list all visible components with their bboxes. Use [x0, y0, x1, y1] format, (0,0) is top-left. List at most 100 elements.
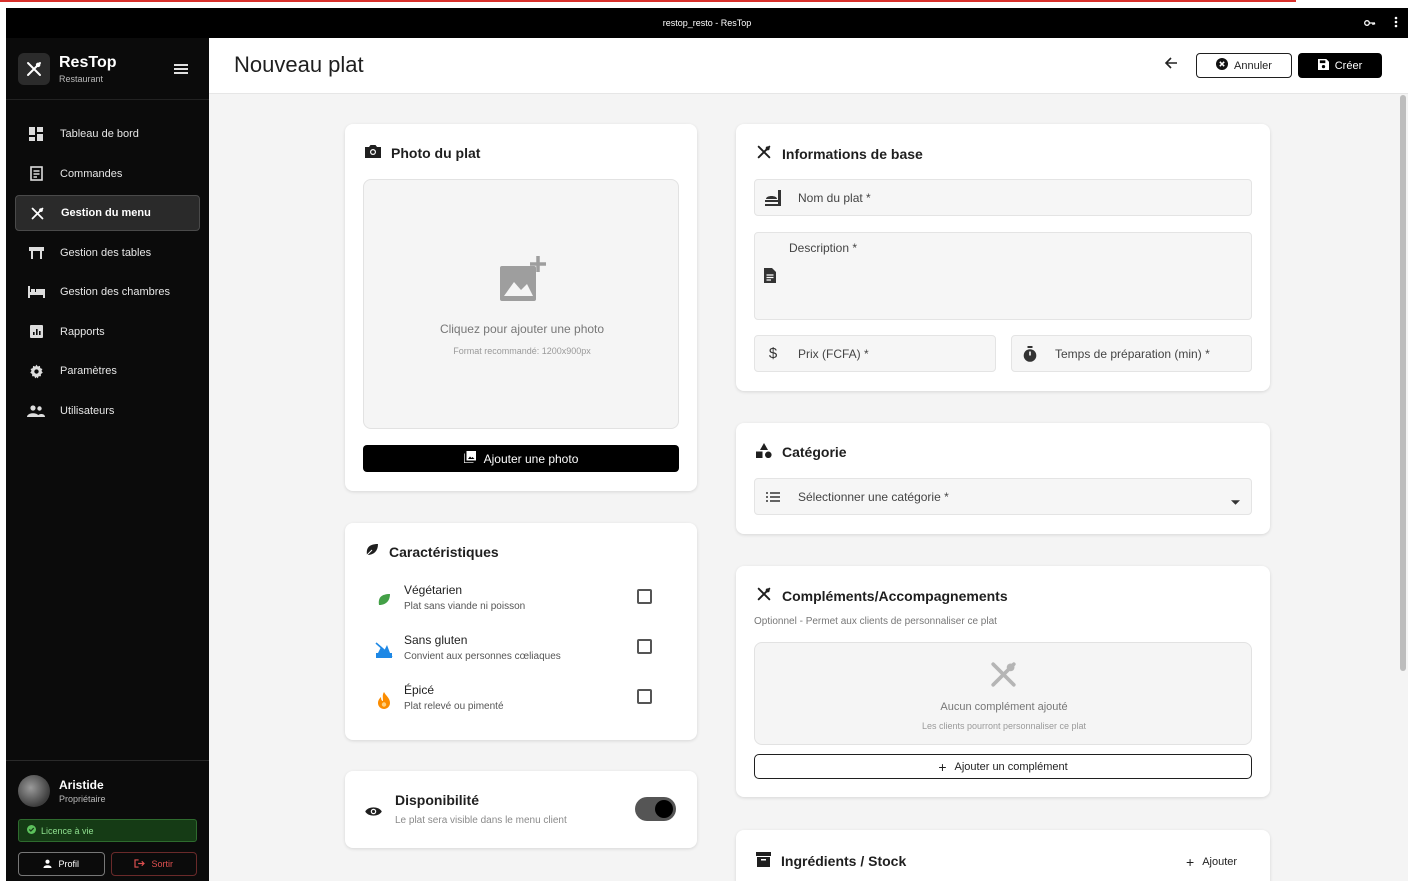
price-placeholder: Prix (FCFA) * [798, 346, 869, 361]
main-content: Photo du plat Cliquez pour ajouter une p… [209, 94, 1399, 881]
plus-icon: + [938, 758, 947, 775]
brand-subtitle: Restaurant [59, 73, 104, 84]
dish-icon [764, 189, 782, 207]
menu-icon[interactable] [174, 62, 188, 80]
camera-icon [365, 144, 381, 161]
category-select[interactable]: Sélectionner une catégorie * [754, 478, 1252, 515]
user-name: Aristide [59, 778, 104, 792]
availability-toggle[interactable] [635, 797, 676, 821]
dish-name-input[interactable]: Nom du plat * [754, 179, 1252, 216]
add-photo-label: Ajouter une photo [483, 451, 579, 466]
sans-gluten-checkbox[interactable] [637, 639, 652, 654]
prep-time-input[interactable]: Temps de préparation (min) * [1011, 335, 1252, 372]
category-card: Catégorie Sélectionner une catégorie * [736, 423, 1270, 534]
sidebar-item-rapports[interactable]: Rapports [15, 314, 200, 350]
basic-info-card: Informations de base Nom du plat * Descr… [736, 124, 1270, 391]
top-accent-line [0, 0, 1296, 2]
person-icon [43, 859, 53, 870]
complements-title: Compléments/Accompagnements [782, 587, 1008, 604]
basic-info-title: Informations de base [782, 145, 923, 162]
vegetarien-checkbox[interactable] [637, 589, 652, 604]
dish-name-placeholder: Nom du plat * [798, 190, 871, 205]
category-icon [756, 443, 772, 461]
add-complement-label: Ajouter un complément [954, 760, 1068, 773]
logout-icon [134, 858, 146, 870]
save-icon [1317, 58, 1329, 73]
cancel-button[interactable]: Annuler [1196, 53, 1292, 78]
avatar[interactable] [18, 775, 50, 807]
logout-label: Sortir [151, 859, 173, 869]
sidebar-item-gestion-des-tables[interactable]: Gestion des tables [15, 235, 200, 271]
complements-empty-title: Aucun complément ajouté [940, 701, 1068, 713]
licence-label: Licence à vie [41, 825, 94, 836]
document-icon [764, 268, 776, 286]
utensils-icon [28, 204, 46, 222]
characteristic-subtitle: Plat relevé ou pimenté [404, 701, 504, 712]
characteristic-subtitle: Plat sans viande ni poisson [404, 601, 526, 612]
utensils-title-icon [756, 144, 772, 163]
add-ingredient-label: Ajouter [1202, 856, 1238, 868]
toggle-knob [655, 800, 673, 818]
sidebar-item-label: Paramètres [60, 365, 117, 377]
utensils-complement-icon [756, 586, 772, 605]
add-photo-button[interactable]: Ajouter une photo [363, 445, 679, 472]
characteristics-title: Caractéristiques [389, 543, 499, 560]
characteristics-header: Caractéristiques [365, 543, 499, 560]
sidebar-item-label: Commandes [60, 167, 123, 180]
add-photo-icon [500, 256, 546, 307]
basic-info-header: Informations de base [756, 144, 923, 163]
price-input[interactable]: $ Prix (FCFA) * [754, 335, 996, 372]
photo-library-icon [462, 451, 476, 466]
ingredients-header: Ingrédients / Stock [756, 852, 906, 870]
sidebar-item-label: Tableau de bord [60, 128, 139, 140]
leaf-title-icon [365, 543, 379, 560]
table-icon [27, 244, 45, 262]
licence-badge: Licence à vie [18, 819, 197, 842]
window-titlebar: restop_resto - ResTop [6, 8, 1408, 38]
create-button[interactable]: Créer [1298, 53, 1382, 78]
add-complement-button[interactable]: + Ajouter un complément [754, 754, 1252, 779]
key-icon[interactable] [1364, 16, 1376, 30]
dollar-icon: $ [768, 345, 778, 362]
ingredients-card: Ingrédients / Stock + Ajouter [736, 830, 1270, 881]
logout-button[interactable]: Sortir [110, 852, 197, 876]
sidebar-item-tableau-de-bord[interactable]: Tableau de bord [15, 116, 200, 152]
complements-card: Compléments/Accompagnements Optionnel - … [736, 566, 1270, 797]
characteristic-vegetarien: Végétarien Plat sans viande ni poisson [365, 583, 665, 623]
characteristic-sans-gluten: Sans gluten Convient aux personnes cœlia… [365, 633, 665, 673]
category-title: Catégorie [782, 444, 847, 460]
users-icon [27, 402, 45, 420]
brand-title: ResTop [59, 53, 117, 71]
create-label: Créer [1334, 59, 1363, 72]
back-arrow-icon[interactable] [1164, 56, 1178, 75]
utensils-empty-icon [988, 659, 1019, 695]
profile-label: Profil [58, 859, 79, 869]
check-circle-icon [27, 825, 36, 836]
plus-icon: + [1186, 854, 1195, 870]
description-textarea[interactable]: Description * [754, 232, 1252, 320]
epice-checkbox[interactable] [637, 689, 652, 704]
photo-dropzone[interactable]: Cliquez pour ajouter une photo Format re… [363, 179, 679, 429]
sidebar-item-utilisateurs[interactable]: Utilisateurs [15, 393, 200, 429]
fire-icon [375, 691, 393, 709]
availability-subtitle: Le plat sera visible dans le menu client [395, 815, 567, 826]
add-ingredient-button[interactable]: + Ajouter [1186, 854, 1237, 870]
page-title: Nouveau plat [234, 52, 364, 77]
gear-icon [27, 362, 45, 380]
characteristic-title: Végétarien [404, 583, 463, 597]
sidebar-item-commandes[interactable]: Commandes [15, 156, 200, 192]
profile-button[interactable]: Profil [18, 852, 105, 876]
sidebar-item-gestion-des-chambres[interactable]: Gestion des chambres [15, 274, 200, 310]
sidebar-item-gestion-du-menu[interactable]: Gestion du menu [15, 195, 200, 231]
complements-empty-hint: Les clients pourront personnaliser ce pl… [921, 721, 1087, 731]
leaf-icon [375, 591, 393, 609]
category-placeholder: Sélectionner une catégorie * [798, 489, 949, 504]
scrollbar-thumb[interactable] [1400, 95, 1406, 671]
sidebar-item-parametres[interactable]: Paramètres [15, 353, 200, 389]
complements-subtitle: Optionnel - Permet aux clients de person… [754, 616, 997, 627]
more-vert-icon[interactable] [1394, 16, 1398, 31]
characteristic-subtitle: Convient aux personnes cœliaques [404, 651, 561, 662]
sidebar-item-label: Rapports [60, 325, 105, 338]
cancel-label: Annuler [1234, 59, 1272, 72]
photo-card: Photo du plat Cliquez pour ajouter une p… [345, 124, 697, 491]
